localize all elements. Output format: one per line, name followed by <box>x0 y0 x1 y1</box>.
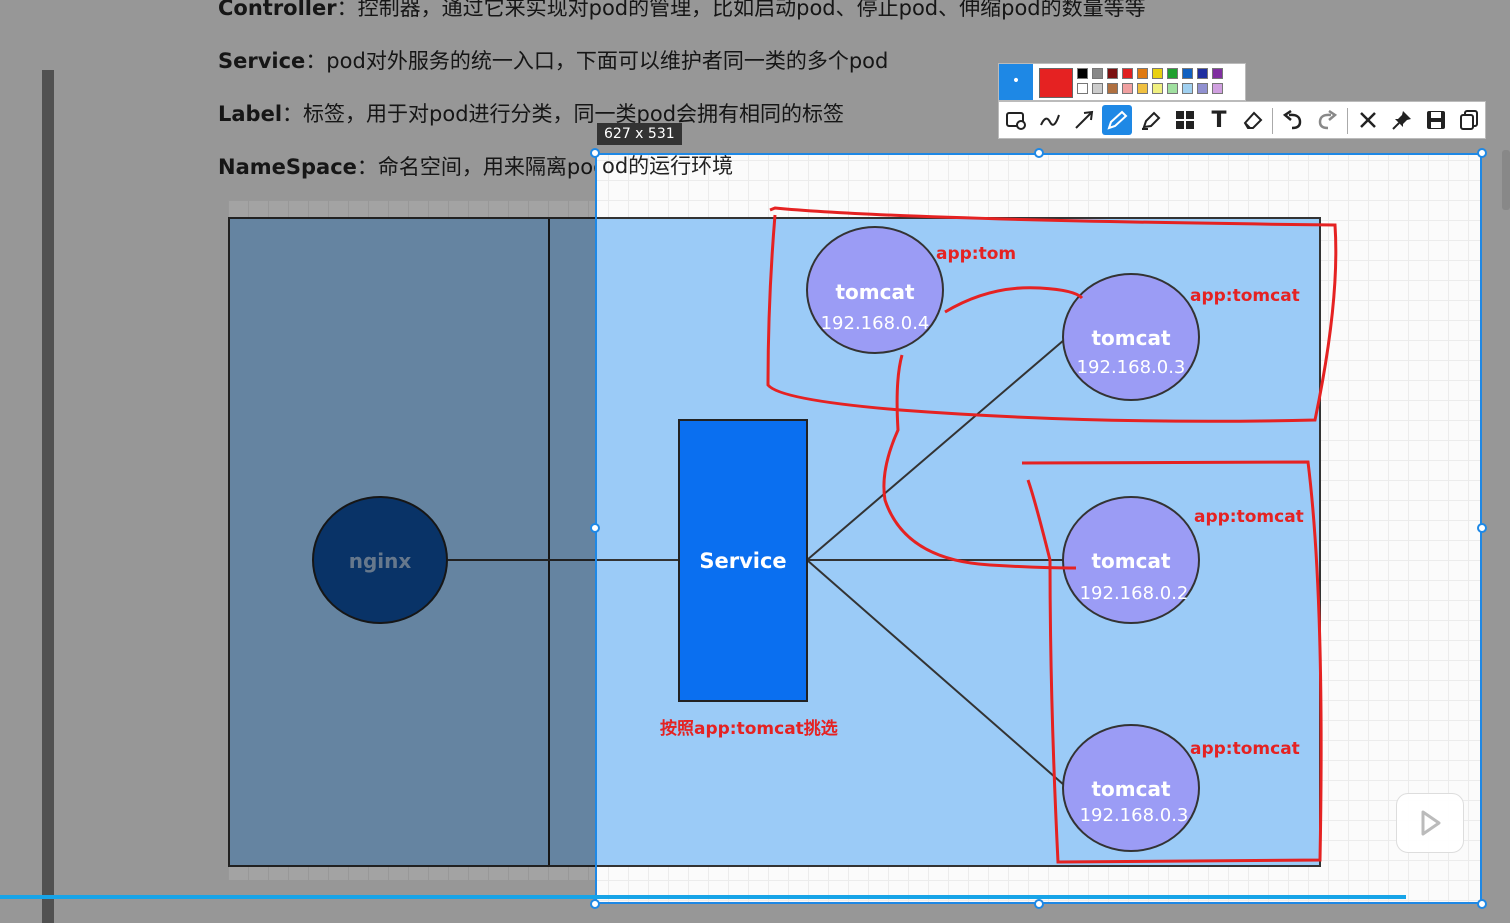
swatch-lightblue[interactable] <box>1182 83 1193 94</box>
undo-icon[interactable] <box>1278 105 1308 135</box>
redo-icon[interactable] <box>1312 105 1342 135</box>
pod-1-ip: 192.168.0.4 <box>821 313 930 334</box>
selection-diagram: od的运行环境 Service tomcat 192.168.0.4 tomca… <box>595 154 1338 867</box>
rectangle-icon[interactable] <box>1001 105 1031 135</box>
marker-icon[interactable] <box>1136 105 1166 135</box>
swatch-black[interactable] <box>1077 68 1088 79</box>
save-icon[interactable] <box>1421 105 1451 135</box>
swatch-green[interactable] <box>1167 68 1178 79</box>
pod-3-tag: app:tomcat <box>1194 507 1304 527</box>
annotation-toolbar: T <box>998 101 1486 139</box>
swatch-yellow[interactable] <box>1152 68 1163 79</box>
swatch-lightyellow[interactable] <box>1152 83 1163 94</box>
pod-2-ip: 192.168.0.3 <box>1077 357 1186 378</box>
swatch-pink[interactable] <box>1122 83 1133 94</box>
play-icon <box>1421 810 1441 836</box>
resize-handle-e[interactable] <box>1477 523 1487 533</box>
swatch-lightgreen[interactable] <box>1167 83 1178 94</box>
swatch-white[interactable] <box>1077 83 1088 94</box>
pod-1-tag: app:tom <box>936 244 1016 264</box>
nginx-label: nginx <box>349 549 412 573</box>
color-palette: • <box>998 63 1246 101</box>
swatch-gold[interactable] <box>1137 83 1148 94</box>
pod-4-ip: 192.168.0.3 <box>1080 805 1189 826</box>
swatch-red[interactable] <box>1122 68 1133 79</box>
pod-4-name: tomcat <box>1091 777 1170 801</box>
pod-4-tag: app:tomcat <box>1190 739 1300 759</box>
swatch-purple[interactable] <box>1212 68 1223 79</box>
scrollbar-thumb[interactable] <box>1502 150 1510 210</box>
selection-size-label: 627 x 531 <box>597 123 682 145</box>
screenshot-selection[interactable]: NameSpace：命名空间，用来隔离p od的运行环境 Service tom… <box>595 153 1482 904</box>
freehand-icon[interactable] <box>1035 105 1065 135</box>
swatch-navy[interactable] <box>1197 68 1208 79</box>
pod-2-name: tomcat <box>1091 326 1170 350</box>
namespace-tail-text: od的运行环境 <box>602 154 733 178</box>
swatch-darkred[interactable] <box>1107 68 1118 79</box>
pen-icon[interactable] <box>1102 105 1132 135</box>
current-color-swatch[interactable] <box>1039 68 1073 98</box>
pod-3-ip: 192.168.0.2 <box>1080 583 1189 604</box>
resize-handle-w[interactable] <box>590 523 600 533</box>
swatch-lightgray[interactable] <box>1092 83 1103 94</box>
arrow-icon[interactable] <box>1069 105 1099 135</box>
resize-handle-n[interactable] <box>1034 148 1044 158</box>
swatch-orange[interactable] <box>1137 68 1148 79</box>
copy-icon[interactable] <box>1454 105 1484 135</box>
swatch-blue[interactable] <box>1182 68 1193 79</box>
pen-size-button[interactable]: • <box>999 64 1033 100</box>
text-icon[interactable]: T <box>1204 105 1234 135</box>
resize-handle-se[interactable] <box>1477 899 1487 909</box>
swatch-brown[interactable] <box>1107 83 1118 94</box>
pod-2-tag: app:tomcat <box>1190 286 1300 306</box>
resize-handle-s[interactable] <box>1034 899 1044 909</box>
swatch-gray[interactable] <box>1092 68 1103 79</box>
pod-3-name: tomcat <box>1091 549 1170 573</box>
video-progress-bar[interactable] <box>0 895 1406 899</box>
swatch-lavender[interactable] <box>1197 83 1208 94</box>
mosaic-icon[interactable] <box>1170 105 1200 135</box>
eraser-icon[interactable] <box>1238 105 1268 135</box>
pod-1-name: tomcat <box>835 280 914 304</box>
close-icon[interactable] <box>1353 105 1383 135</box>
resize-handle-ne[interactable] <box>1477 148 1487 158</box>
swatch-lilac[interactable] <box>1212 83 1223 94</box>
service-label: Service <box>699 549 786 573</box>
resize-handle-sw[interactable] <box>590 899 600 909</box>
resize-handle-nw[interactable] <box>590 148 600 158</box>
selector-note: 按照app:tomcat挑选 <box>660 718 838 739</box>
pin-icon[interactable] <box>1387 105 1417 135</box>
play-button[interactable] <box>1396 793 1464 853</box>
